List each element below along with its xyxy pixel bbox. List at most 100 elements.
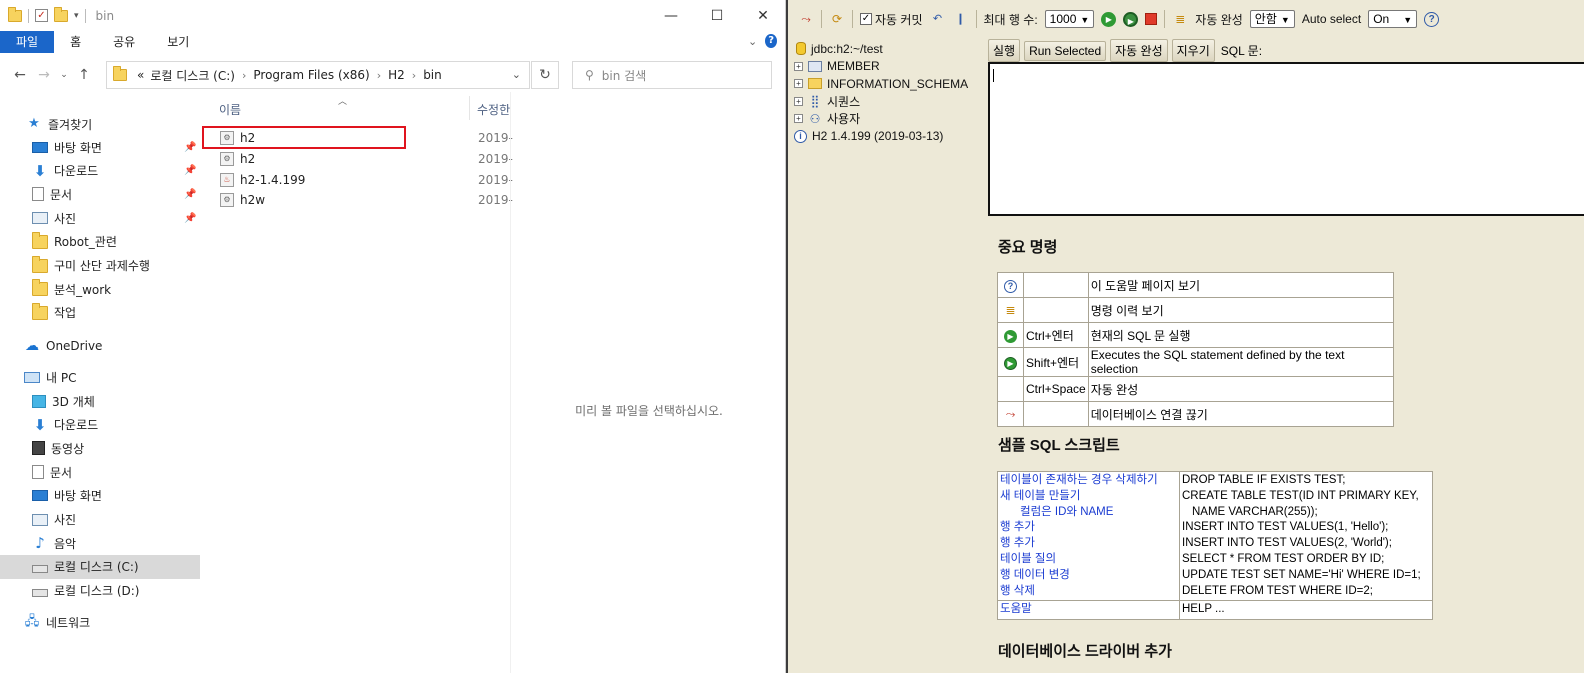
properties-icon[interactable]: ✓ — [35, 9, 48, 22]
history-icon[interactable]: ≣ — [997, 297, 1024, 323]
sql-button-1[interactable]: Run Selected — [1024, 40, 1107, 61]
stop-icon[interactable] — [1145, 13, 1158, 25]
sql-editor[interactable] — [988, 62, 1584, 216]
ribbon-tab-3[interactable]: 보기 — [151, 31, 205, 53]
up-button[interactable]: ↑ — [72, 67, 96, 83]
column-header-name[interactable]: 이름 — [219, 101, 241, 118]
autocommit-toggle[interactable]: ✓ 자동 커밋 — [860, 11, 923, 28]
expand-icon[interactable]: + — [794, 114, 803, 124]
pin-icon[interactable]: 📌 — [184, 142, 196, 153]
breadcrumb-item[interactable]: 로컬 디스크 (C:) — [150, 67, 235, 84]
search-input[interactable]: ⚲ bin 검색 — [572, 61, 772, 89]
nav-item[interactable]: 바탕 화면 📌 — [0, 135, 200, 159]
nav-item[interactable]: 작업 — [0, 301, 200, 325]
file-row[interactable]: ⚙ h2w 2019- — [202, 190, 513, 210]
disconnect-icon[interactable]: ⤳ — [997, 401, 1024, 427]
nav-item[interactable]: ♪ 음악 — [0, 531, 200, 555]
nav-item[interactable]: 바탕 화면 — [0, 484, 200, 508]
address-bar[interactable]: « 로컬 디스크 (C:) › Program Files (x86) › H2 › bin… — [106, 61, 530, 89]
nav-item[interactable]: 문서 📌 — [0, 182, 200, 206]
sample-link[interactable]: 컬럼은 ID와 NAME — [1000, 505, 1177, 521]
sample-link[interactable]: 행 삭제 — [1000, 584, 1177, 600]
sample-link[interactable]: 테이블이 존재하는 경우 삭제하기 — [1000, 473, 1177, 489]
run-icon[interactable]: ▶ — [1101, 11, 1117, 27]
nav-item[interactable]: 로컬 디스크 (C:) — [0, 554, 200, 579]
customize-toolbar-icon[interactable]: ▾ — [74, 11, 79, 21]
help-link[interactable]: 도움말 — [997, 600, 1180, 621]
nav-item-onedrive[interactable]: ☁ OneDrive — [0, 334, 200, 358]
chevron-down-icon[interactable]: ⌄ — [512, 68, 521, 81]
nav-item-quick-access[interactable]: ★ 즐겨찾기 — [0, 112, 200, 136]
max-rows-select[interactable]: 1000 ▼ — [1044, 10, 1095, 28]
nav-item[interactable]: 구미 산단 과제수행 — [0, 254, 200, 278]
sample-link[interactable]: 행 추가 — [1000, 520, 1177, 536]
tree-node[interactable]: + ⚇ 사용자 — [794, 110, 984, 128]
help-icon[interactable]: ? — [765, 34, 777, 48]
disconnect-icon[interactable]: ⤳ — [798, 11, 814, 27]
autocommit-checkbox[interactable]: ✓ — [860, 13, 872, 25]
sql-button-3[interactable]: 지우기 — [1171, 39, 1215, 62]
nav-item[interactable]: 사진 📌 — [0, 206, 200, 230]
new-folder-icon[interactable] — [54, 6, 68, 22]
column-header-modified[interactable]: 수정한 — [477, 101, 511, 118]
breadcrumb-separator-icon[interactable]: › — [242, 69, 246, 82]
pin-icon[interactable]: 📌 — [184, 165, 196, 176]
file-row[interactable]: ⚙ h2 2019- — [202, 149, 513, 169]
sample-link[interactable]: 행 데이터 변경 — [1000, 568, 1177, 584]
nav-item[interactable]: Robot_관련 — [0, 230, 200, 254]
sample-link[interactable]: 행 추가 — [1000, 536, 1177, 552]
recent-locations-button[interactable]: ⌄ — [56, 70, 72, 80]
run-icon[interactable]: ▶ — [997, 322, 1024, 348]
rollback-icon[interactable]: ↶ — [930, 11, 946, 27]
expand-icon[interactable]: + — [794, 61, 803, 71]
commit-icon[interactable]: ❙ — [953, 11, 969, 27]
column-divider[interactable] — [469, 96, 470, 120]
nav-item[interactable]: ⬇ 다운로드 — [0, 413, 200, 437]
expand-icon[interactable]: + — [794, 79, 803, 89]
nav-item[interactable]: ⬇ 다운로드 📌 — [0, 159, 200, 183]
sample-link[interactable]: 새 테이블 만들기 — [1000, 489, 1177, 505]
tree-connection[interactable]: jdbc:h2:~/test — [794, 40, 984, 58]
forward-button[interactable]: → — [32, 67, 56, 83]
refresh-button[interactable]: ↻ — [531, 61, 559, 89]
ribbon-tab-1[interactable]: 홈 — [54, 31, 97, 53]
nav-item[interactable]: 3D 개체 — [0, 389, 200, 413]
breadcrumb-item[interactable]: H2 — [388, 68, 405, 82]
expand-ribbon-icon[interactable]: ⌄ — [748, 35, 757, 48]
run-selected-icon[interactable]: ▶ — [1123, 11, 1139, 27]
nav-item-this-pc[interactable]: 내 PC — [0, 365, 200, 389]
ribbon-tab-0[interactable]: 파일 — [0, 31, 55, 53]
nav-item[interactable]: 동영상 — [0, 436, 200, 460]
refresh-icon[interactable]: ⟳ — [829, 11, 845, 27]
maximize-button[interactable]: ☐ — [694, 0, 740, 31]
help-icon[interactable]: ? — [1424, 11, 1440, 27]
breadcrumb-item[interactable]: Program Files (x86) — [253, 68, 369, 82]
breadcrumb-separator-icon[interactable]: › — [412, 69, 416, 82]
history-icon[interactable]: ≣ — [1172, 11, 1188, 27]
tree-node[interactable]: + INFORMATION_SCHEMA — [794, 75, 984, 93]
run-selected-icon[interactable]: ▶ — [997, 347, 1024, 377]
help-icon[interactable]: ? — [997, 272, 1024, 298]
minimize-button[interactable]: — — [648, 0, 694, 31]
sql-button-2[interactable]: 자동 완성 — [1110, 39, 1168, 62]
expand-icon[interactable]: + — [794, 96, 803, 106]
back-button[interactable]: ← — [8, 67, 32, 83]
autoselect-select[interactable]: On ▼ — [1368, 10, 1418, 28]
file-row[interactable]: ♨ h2-1.4.199 2019- — [202, 170, 513, 190]
nav-item[interactable]: 문서 — [0, 460, 200, 484]
pin-icon[interactable]: 📌 — [184, 213, 196, 224]
autocomplete-select[interactable]: 안함 ▼ — [1249, 10, 1295, 28]
sql-button-0[interactable]: 실행 — [988, 39, 1021, 62]
nav-item[interactable]: 로컬 디스크 (D:) — [0, 579, 200, 603]
sample-link[interactable]: 테이블 질의 — [1000, 552, 1177, 568]
ribbon-tab-2[interactable]: 공유 — [97, 31, 151, 53]
nav-item[interactable]: 분석_work — [0, 277, 200, 301]
nav-item[interactable]: 사진 — [0, 508, 200, 532]
breadcrumb-separator-icon[interactable]: › — [377, 69, 381, 82]
close-button[interactable]: ✕ — [740, 0, 786, 31]
nav-item-network[interactable]: 🖧 네트워크 — [0, 610, 200, 634]
tree-node[interactable]: + ⣿ 시퀀스 — [794, 93, 984, 111]
pin-icon[interactable]: 📌 — [184, 189, 196, 200]
tree-node[interactable]: + MEMBER — [794, 58, 984, 76]
breadcrumb-item[interactable]: bin — [423, 68, 442, 82]
